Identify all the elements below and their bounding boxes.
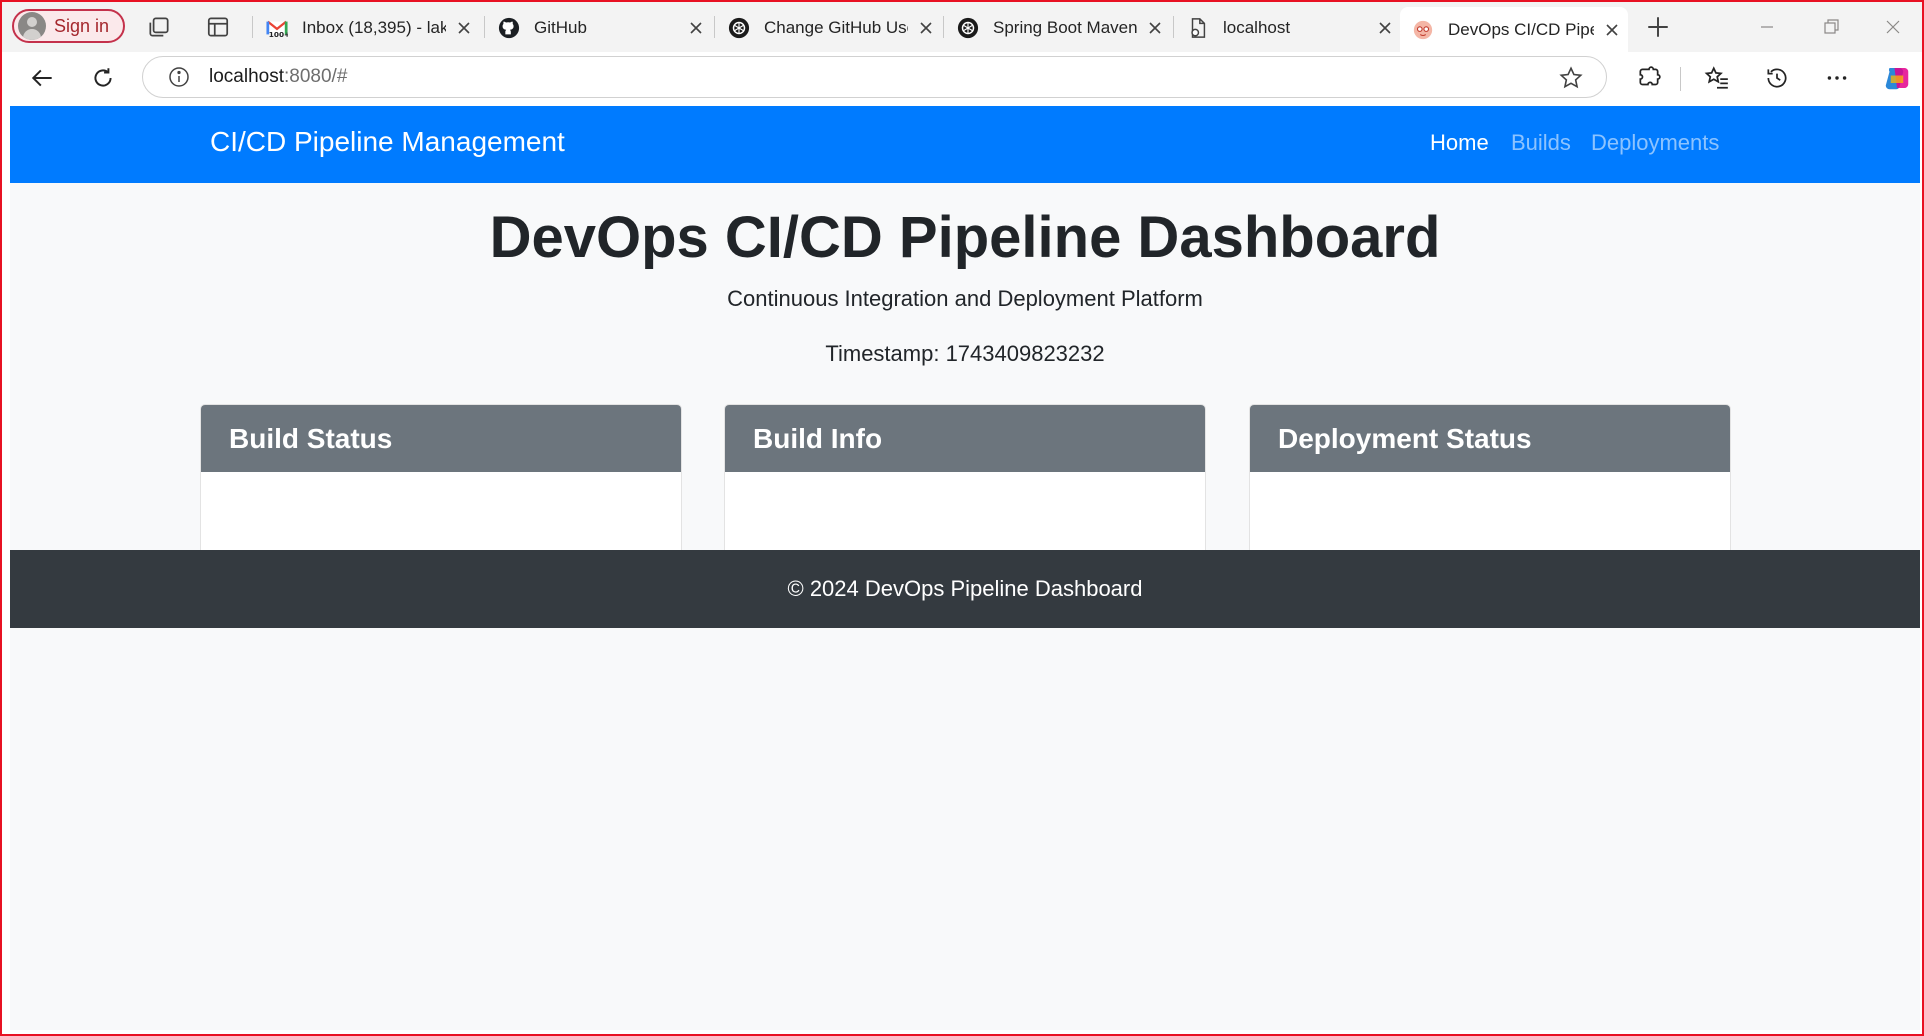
build-info-card: Build Info xyxy=(724,404,1206,564)
nav-link-home[interactable]: Home xyxy=(1430,130,1489,156)
build-status-card: Build Status xyxy=(200,404,682,564)
browser-toolbar: localhost:8080/# xyxy=(2,52,1922,104)
navbar-brand[interactable]: CI/CD Pipeline Management xyxy=(210,126,565,158)
tab-gmail[interactable]: 100+ Inbox (18,395) - laks xyxy=(254,8,480,48)
tab-spring-boot[interactable]: Spring Boot Maven xyxy=(945,8,1171,48)
gmail-badge: 100+ xyxy=(269,30,288,39)
card-header: Build Info xyxy=(725,405,1205,472)
history-icon[interactable] xyxy=(1764,65,1790,91)
close-tab-icon[interactable] xyxy=(1377,20,1393,36)
close-tab-icon[interactable] xyxy=(1147,20,1163,36)
tab-actions-icon[interactable] xyxy=(205,14,231,40)
tab-separator xyxy=(252,16,253,38)
new-tab-icon[interactable] xyxy=(1645,14,1671,40)
extensions-icon[interactable] xyxy=(1636,65,1662,91)
url-text: localhost:8080/# xyxy=(209,66,347,88)
navbar: CI/CD Pipeline Management Home Builds De… xyxy=(10,106,1920,183)
more-options-icon[interactable] xyxy=(1824,65,1850,91)
toolbar-separator xyxy=(1680,67,1681,91)
nav-link-builds[interactable]: Builds xyxy=(1511,130,1571,156)
github-icon xyxy=(498,17,520,39)
close-tab-icon[interactable] xyxy=(1604,22,1620,38)
tab-title: localhost xyxy=(1223,18,1291,37)
close-window-icon[interactable] xyxy=(1882,16,1904,38)
page-footer: © 2024 DevOps Pipeline Dashboard xyxy=(10,550,1920,628)
openai-icon xyxy=(957,17,979,39)
favorite-star-icon[interactable] xyxy=(1558,65,1584,91)
restore-icon[interactable] xyxy=(1820,16,1842,38)
minimize-icon[interactable] xyxy=(1756,16,1778,38)
nav-link-deployments[interactable]: Deployments xyxy=(1591,130,1719,156)
browser-tab-strip: Sign in 100+ Inbox (18,395) - laks GitHu… xyxy=(2,2,1922,52)
tab-separator xyxy=(714,16,715,38)
card-header: Deployment Status xyxy=(1250,405,1730,472)
tab-devops-dashboard[interactable]: DevOps CI/CD Pipe xyxy=(1400,7,1628,52)
tab-title: Inbox (18,395) - laks xyxy=(302,18,446,37)
timestamp-text: Timestamp: 1743409823232 xyxy=(825,341,1105,366)
refresh-icon[interactable] xyxy=(90,65,116,91)
tab-localhost[interactable]: localhost xyxy=(1175,8,1401,48)
openai-icon xyxy=(728,17,750,39)
page-icon xyxy=(1191,18,1206,38)
tab-separator xyxy=(484,16,485,38)
copilot-icon[interactable] xyxy=(1882,63,1912,93)
close-tab-icon[interactable] xyxy=(688,20,704,36)
page-subtitle: Continuous Integration and Deployment Pl… xyxy=(727,286,1203,311)
url-host: localhost xyxy=(209,66,284,87)
url-rest: :8080/# xyxy=(284,66,348,87)
tab-title: Change GitHub Use xyxy=(764,18,908,37)
tab-title: Spring Boot Maven xyxy=(993,18,1137,37)
tab-separator xyxy=(943,16,944,38)
workspaces-icon[interactable] xyxy=(146,14,172,40)
tab-title: GitHub xyxy=(534,18,587,37)
tab-change-github[interactable]: Change GitHub Use xyxy=(716,8,942,48)
sign-in-label: Sign in xyxy=(54,15,110,36)
site-info-icon[interactable] xyxy=(167,65,191,89)
sign-in-button[interactable]: Sign in xyxy=(12,9,126,43)
page-viewport: CI/CD Pipeline Management Home Builds De… xyxy=(10,106,1920,1030)
gmail-icon: 100+ xyxy=(266,20,288,39)
tab-separator xyxy=(1173,16,1174,38)
favorites-icon[interactable] xyxy=(1704,65,1730,91)
tab-title: DevOps CI/CD Pipe xyxy=(1448,19,1594,39)
page-title: DevOps CI/CD Pipeline Dashboard xyxy=(489,205,1441,270)
back-icon[interactable] xyxy=(30,65,56,91)
devops-icon xyxy=(1413,20,1433,39)
profile-avatar-icon xyxy=(18,12,46,40)
close-tab-icon[interactable] xyxy=(456,20,472,36)
card-header: Build Status xyxy=(201,405,681,472)
address-bar[interactable]: localhost:8080/# xyxy=(142,56,1607,98)
deployment-status-card: Deployment Status xyxy=(1249,404,1731,564)
close-tab-icon[interactable] xyxy=(918,20,934,36)
tab-github[interactable]: GitHub xyxy=(486,8,712,48)
